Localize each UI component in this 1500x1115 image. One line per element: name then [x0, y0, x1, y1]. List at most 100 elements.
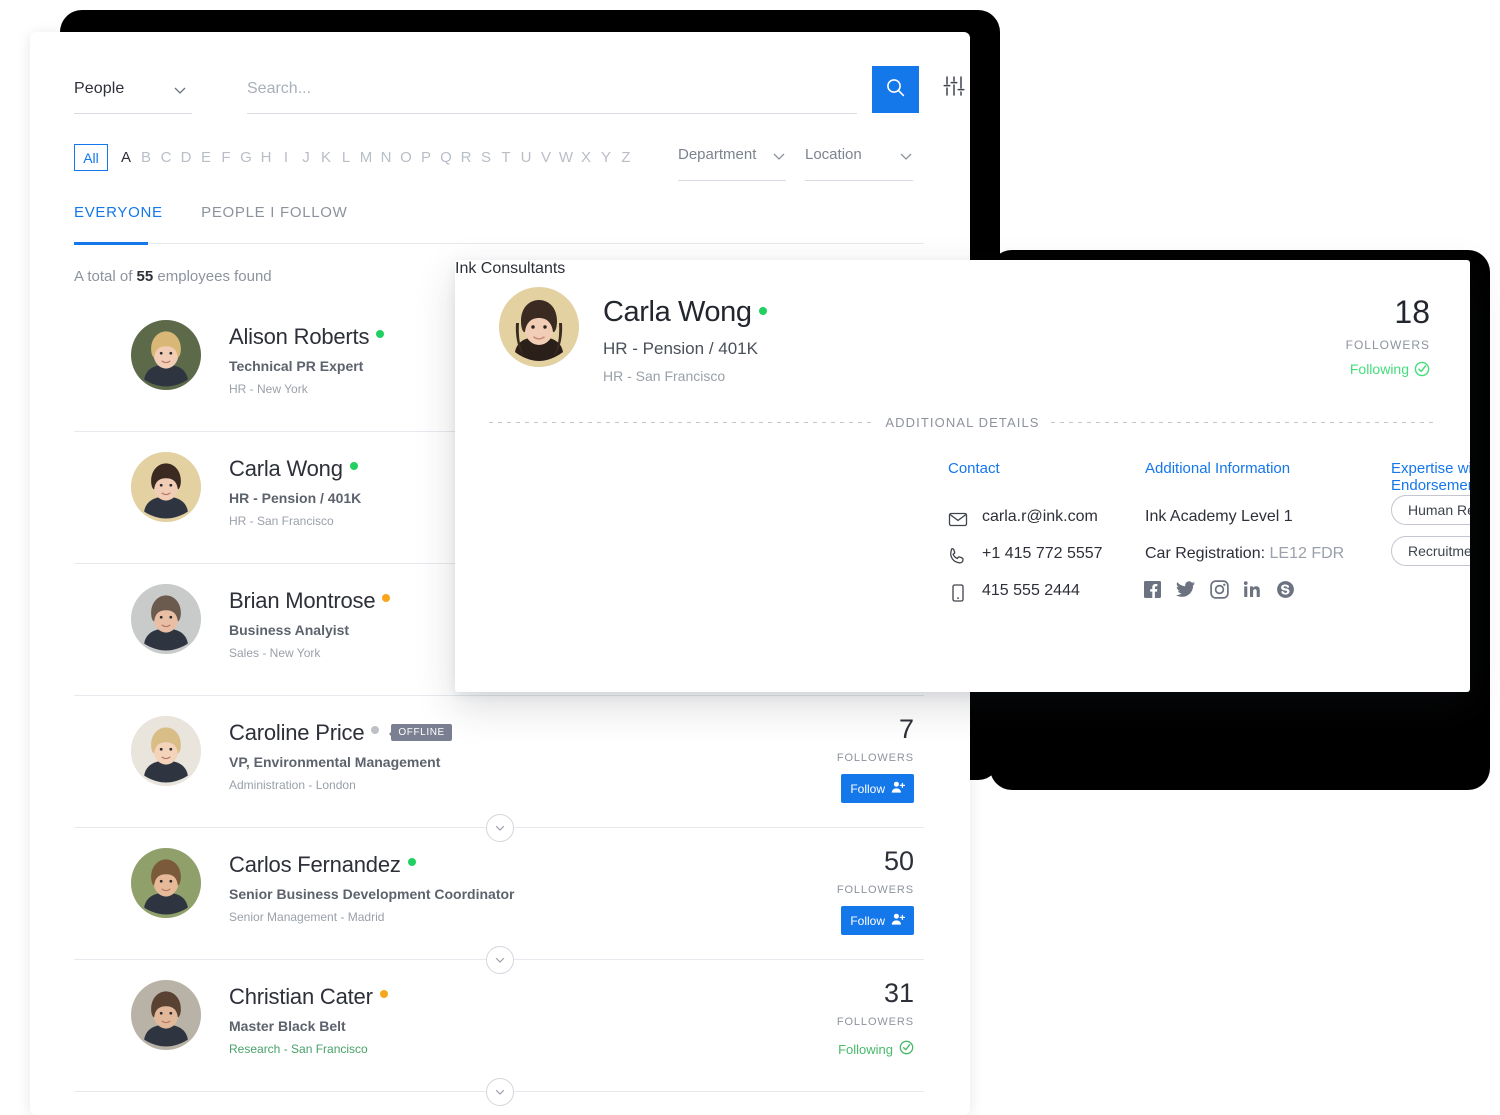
follow-button-label: Follow: [850, 913, 885, 928]
person-role: Master Black Belt: [229, 1018, 346, 1034]
alpha-filter-f[interactable]: F: [216, 149, 236, 166]
instagram-icon[interactable]: [1210, 580, 1229, 599]
skype-icon[interactable]: [1276, 580, 1295, 599]
contact-phone[interactable]: +1 415 772 5557: [948, 545, 1103, 566]
chevron-down-icon: [898, 148, 914, 169]
department-filter[interactable]: Department: [678, 146, 786, 181]
person-name-text: Carlos Fernandez: [229, 852, 401, 877]
followers-count: 50: [883, 846, 914, 876]
alpha-filter-r[interactable]: R: [456, 149, 476, 166]
followers-count: 7: [898, 714, 914, 744]
scope-selector[interactable]: People: [74, 80, 192, 114]
person-name-text: Caroline Price: [229, 720, 365, 745]
follow-button-label: Follow: [850, 781, 885, 796]
expertise-tag[interactable]: Recruitment: [1391, 536, 1470, 566]
contact-mobile[interactable]: 415 555 2444: [948, 582, 1080, 603]
linkedin-icon[interactable]: [1243, 580, 1262, 599]
avatar: [131, 848, 201, 918]
alpha-filter-q[interactable]: Q: [436, 149, 456, 166]
search-button[interactable]: [872, 66, 919, 113]
list-item[interactable]: Christian Cater Master Black Belt Research…: [74, 960, 924, 1091]
person-name[interactable]: Caroline Price OFFLINE: [229, 720, 452, 746]
avatar: [131, 320, 201, 390]
alpha-filter-v[interactable]: V: [536, 149, 556, 166]
facebook-icon[interactable]: [1143, 580, 1162, 599]
alpha-filter-x[interactable]: X: [576, 149, 596, 166]
twitter-icon[interactable]: [1176, 580, 1196, 599]
detail-following-toggle[interactable]: Following: [1250, 361, 1430, 380]
alpha-filter-m[interactable]: M: [356, 149, 376, 166]
alpha-filter-i[interactable]: I: [276, 149, 296, 166]
followers-count: 31: [883, 978, 914, 1008]
car-registration-label: Car Registration:: [1145, 545, 1266, 562]
list-item[interactable]: Caroline Price OFFLINE VP, Environmental M…: [74, 696, 924, 827]
phone-icon: [948, 546, 968, 566]
alpha-filter-l[interactable]: L: [336, 149, 356, 166]
status-dot-away: [379, 990, 388, 998]
alpha-filter-j[interactable]: J: [296, 149, 316, 166]
alpha-filter-c[interactable]: C: [156, 149, 176, 166]
alpha-filter-k[interactable]: K: [316, 149, 336, 166]
contact-phone-value: +1 415 772 5557: [982, 545, 1103, 562]
alpha-filter-u[interactable]: U: [516, 149, 536, 166]
person-name[interactable]: Christian Cater: [229, 984, 388, 1010]
mobile-icon: [948, 583, 968, 603]
alpha-filter-w[interactable]: W: [556, 149, 576, 166]
status-dot-online: [407, 858, 416, 866]
alpha-filter-b[interactable]: B: [136, 149, 156, 166]
add-user-icon: [891, 912, 906, 929]
search-underline: [247, 113, 857, 114]
person-name[interactable]: Carla Wong: [229, 456, 358, 482]
contact-company: Ink Consultants: [455, 260, 566, 277]
tab-people-i-follow[interactable]: PEOPLE I FOLLOW: [201, 204, 347, 237]
person-department-location: HR - New York: [229, 382, 308, 396]
alpha-filter-d[interactable]: D: [176, 149, 196, 166]
person-name[interactable]: Brian Montrose: [229, 588, 391, 614]
following-toggle[interactable]: Following: [838, 1040, 914, 1058]
alpha-filter-all[interactable]: All: [74, 144, 108, 171]
follow-button[interactable]: Follow: [841, 774, 914, 803]
alpha-filter-t[interactable]: T: [496, 149, 516, 166]
search-input[interactable]: Search...: [247, 80, 857, 114]
tab-everyone[interactable]: EVERYONE: [74, 204, 163, 237]
person-name[interactable]: Carlos Fernandez: [229, 852, 416, 878]
list-item[interactable]: Carlos Fernandez Senior Business Developm…: [74, 828, 924, 959]
alpha-filter-s[interactable]: S: [476, 149, 496, 166]
detail-person-role: HR - Pension / 401K: [603, 339, 758, 358]
alpha-filter-a[interactable]: A: [116, 149, 136, 166]
alpha-filter-e[interactable]: E: [196, 149, 216, 166]
expertise-heading[interactable]: Expertise with Endorsements: [1391, 460, 1470, 494]
person-department-location: HR - San Francisco: [229, 514, 334, 528]
alpha-filter-y[interactable]: Y: [596, 149, 616, 166]
location-filter[interactable]: Location: [805, 146, 913, 181]
scope-selector-label: People: [74, 80, 125, 97]
scope-underline: [74, 113, 192, 114]
person-role: Business Analyist: [229, 622, 350, 638]
chevron-down-icon: [172, 82, 188, 103]
follow-button[interactable]: Follow: [841, 906, 914, 935]
expand-row-button[interactable]: [486, 1078, 514, 1106]
filter-settings-button[interactable]: [936, 70, 970, 106]
contact-email[interactable]: carla.r@ink.com: [948, 508, 1098, 527]
divider-line-right: [1051, 422, 1436, 423]
results-summary-suffix: employees found: [157, 268, 272, 285]
following-label: Following: [838, 1041, 893, 1057]
tab-active-indicator: [74, 242, 148, 245]
person-name[interactable]: Alison Roberts: [229, 324, 385, 350]
avatar: [131, 716, 201, 786]
status-dot-online: [376, 330, 385, 338]
person-role: HR - Pension / 401K: [229, 490, 362, 506]
expertise-tag[interactable]: Human Resources: [1391, 495, 1470, 525]
person-department-location: Research - San Francisco: [229, 1042, 368, 1056]
alpha-filter-o[interactable]: O: [396, 149, 416, 166]
contact-heading[interactable]: Contact: [948, 460, 1000, 477]
alpha-filter-h[interactable]: H: [256, 149, 276, 166]
additional-information-heading[interactable]: Additional Information: [1145, 460, 1290, 477]
alpha-filter-p[interactable]: P: [416, 149, 436, 166]
alpha-filter-g[interactable]: G: [236, 149, 256, 166]
alpha-filter-n[interactable]: N: [376, 149, 396, 166]
status-dot-offline: [371, 726, 380, 734]
alpha-filter-z[interactable]: Z: [616, 149, 636, 166]
person-name-text: Carla Wong: [229, 456, 343, 481]
additional-details-divider: ADDITIONAL DETAILS: [489, 415, 1436, 430]
